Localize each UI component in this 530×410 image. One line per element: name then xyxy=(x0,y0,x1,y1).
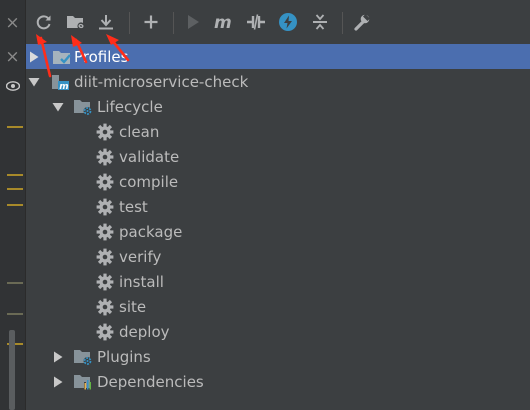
lifecycle-folder-icon xyxy=(73,98,93,116)
svg-text:m: m xyxy=(59,82,68,91)
phase-label: verify xyxy=(119,247,162,266)
phase-label: validate xyxy=(119,147,180,166)
maven-toolbar: m xyxy=(26,0,530,45)
tree-node-label: diit-microservice-check xyxy=(74,72,249,91)
lightning-icon xyxy=(279,13,297,31)
lifecycle-phase[interactable]: deploy xyxy=(26,319,530,344)
collapse-arrow-icon[interactable] xyxy=(28,76,40,88)
maven-m-icon: m xyxy=(214,13,232,31)
toolbar-separator xyxy=(173,12,174,34)
generate-sources-button[interactable] xyxy=(62,8,90,36)
download-icon xyxy=(99,15,113,30)
tree-node-label: Dependencies xyxy=(97,372,204,391)
phase-label: site xyxy=(119,297,147,316)
dependencies-folder-icon xyxy=(73,373,93,391)
folder-sync-icon xyxy=(67,16,85,30)
tree-node-label: Lifecycle xyxy=(97,97,163,116)
tree-node-dependencies[interactable]: Dependencies xyxy=(26,369,530,394)
add-maven-project-button[interactable] xyxy=(137,8,165,36)
offline-icon xyxy=(247,14,265,30)
change-marker xyxy=(7,282,23,284)
collapse-all-button[interactable] xyxy=(306,8,334,36)
change-marker xyxy=(7,313,23,315)
lifecycle-phase[interactable]: test xyxy=(26,194,530,219)
play-icon xyxy=(188,15,199,29)
expand-arrow-icon[interactable] xyxy=(52,351,64,363)
lifecycle-phase[interactable]: compile xyxy=(26,169,530,194)
tree-node-project[interactable]: m diit-microservice-check xyxy=(26,69,530,94)
gear-icon xyxy=(95,173,115,191)
change-marker xyxy=(7,204,23,206)
gear-icon xyxy=(95,273,115,291)
lifecycle-phase[interactable]: install xyxy=(26,269,530,294)
change-marker xyxy=(7,188,23,190)
toolbar-separator xyxy=(342,12,343,34)
gear-icon xyxy=(95,248,115,266)
maven-project-icon: m xyxy=(50,73,70,91)
tree-node-lifecycle[interactable]: Lifecycle xyxy=(26,94,530,119)
maven-projects-tree: Profiles m diit-microservice-check Lifec… xyxy=(26,44,530,410)
phase-label: package xyxy=(119,222,183,241)
phase-label: test xyxy=(119,197,148,216)
wrench-icon xyxy=(354,14,370,31)
eye-icon[interactable] xyxy=(5,76,21,95)
run-button[interactable] xyxy=(179,8,207,36)
download-sources-button[interactable] xyxy=(92,8,120,36)
close-icon[interactable]: × xyxy=(0,42,25,72)
gear-icon xyxy=(95,148,115,166)
tree-node-plugins[interactable]: Plugins xyxy=(26,344,530,369)
change-marker xyxy=(7,174,23,176)
lifecycle-phase[interactable]: package xyxy=(26,219,530,244)
change-marker xyxy=(7,126,23,128)
tree-node-profiles[interactable]: Profiles xyxy=(26,44,530,69)
expand-arrow-icon[interactable] xyxy=(28,51,40,63)
collapse-icon xyxy=(313,14,327,30)
gear-icon xyxy=(95,298,115,316)
toolbar-separator xyxy=(129,12,130,34)
maven-settings-button[interactable] xyxy=(348,8,376,36)
reload-button[interactable] xyxy=(30,8,58,36)
gear-icon xyxy=(95,223,115,241)
profiles-icon xyxy=(52,48,72,66)
plugins-folder-icon xyxy=(73,348,93,366)
scrollbar[interactable] xyxy=(9,330,15,410)
phase-label: deploy xyxy=(119,322,170,341)
phase-label: clean xyxy=(119,122,160,141)
plus-icon xyxy=(144,15,158,29)
svg-text:m: m xyxy=(214,13,232,31)
lifecycle-phase[interactable]: validate xyxy=(26,144,530,169)
expand-arrow-icon[interactable] xyxy=(52,376,64,388)
gear-icon xyxy=(95,323,115,341)
tree-node-label: Plugins xyxy=(97,347,151,366)
collapse-arrow-icon[interactable] xyxy=(52,101,64,113)
phase-label: install xyxy=(119,272,164,291)
lifecycle-phase[interactable]: clean xyxy=(26,119,530,144)
close-icon[interactable]: × xyxy=(0,8,25,38)
reload-icon xyxy=(36,15,51,30)
phase-label: compile xyxy=(119,172,179,191)
skip-tests-button[interactable] xyxy=(274,8,302,36)
execute-maven-goal-button[interactable]: m xyxy=(210,8,238,36)
gear-icon xyxy=(95,198,115,216)
toggle-offline-button[interactable] xyxy=(242,8,270,36)
gear-icon xyxy=(95,123,115,141)
tree-node-label: Profiles xyxy=(74,47,129,66)
lifecycle-phase[interactable]: verify xyxy=(26,244,530,269)
left-gutter: × × xyxy=(0,0,26,410)
lifecycle-phase[interactable]: site xyxy=(26,294,530,319)
